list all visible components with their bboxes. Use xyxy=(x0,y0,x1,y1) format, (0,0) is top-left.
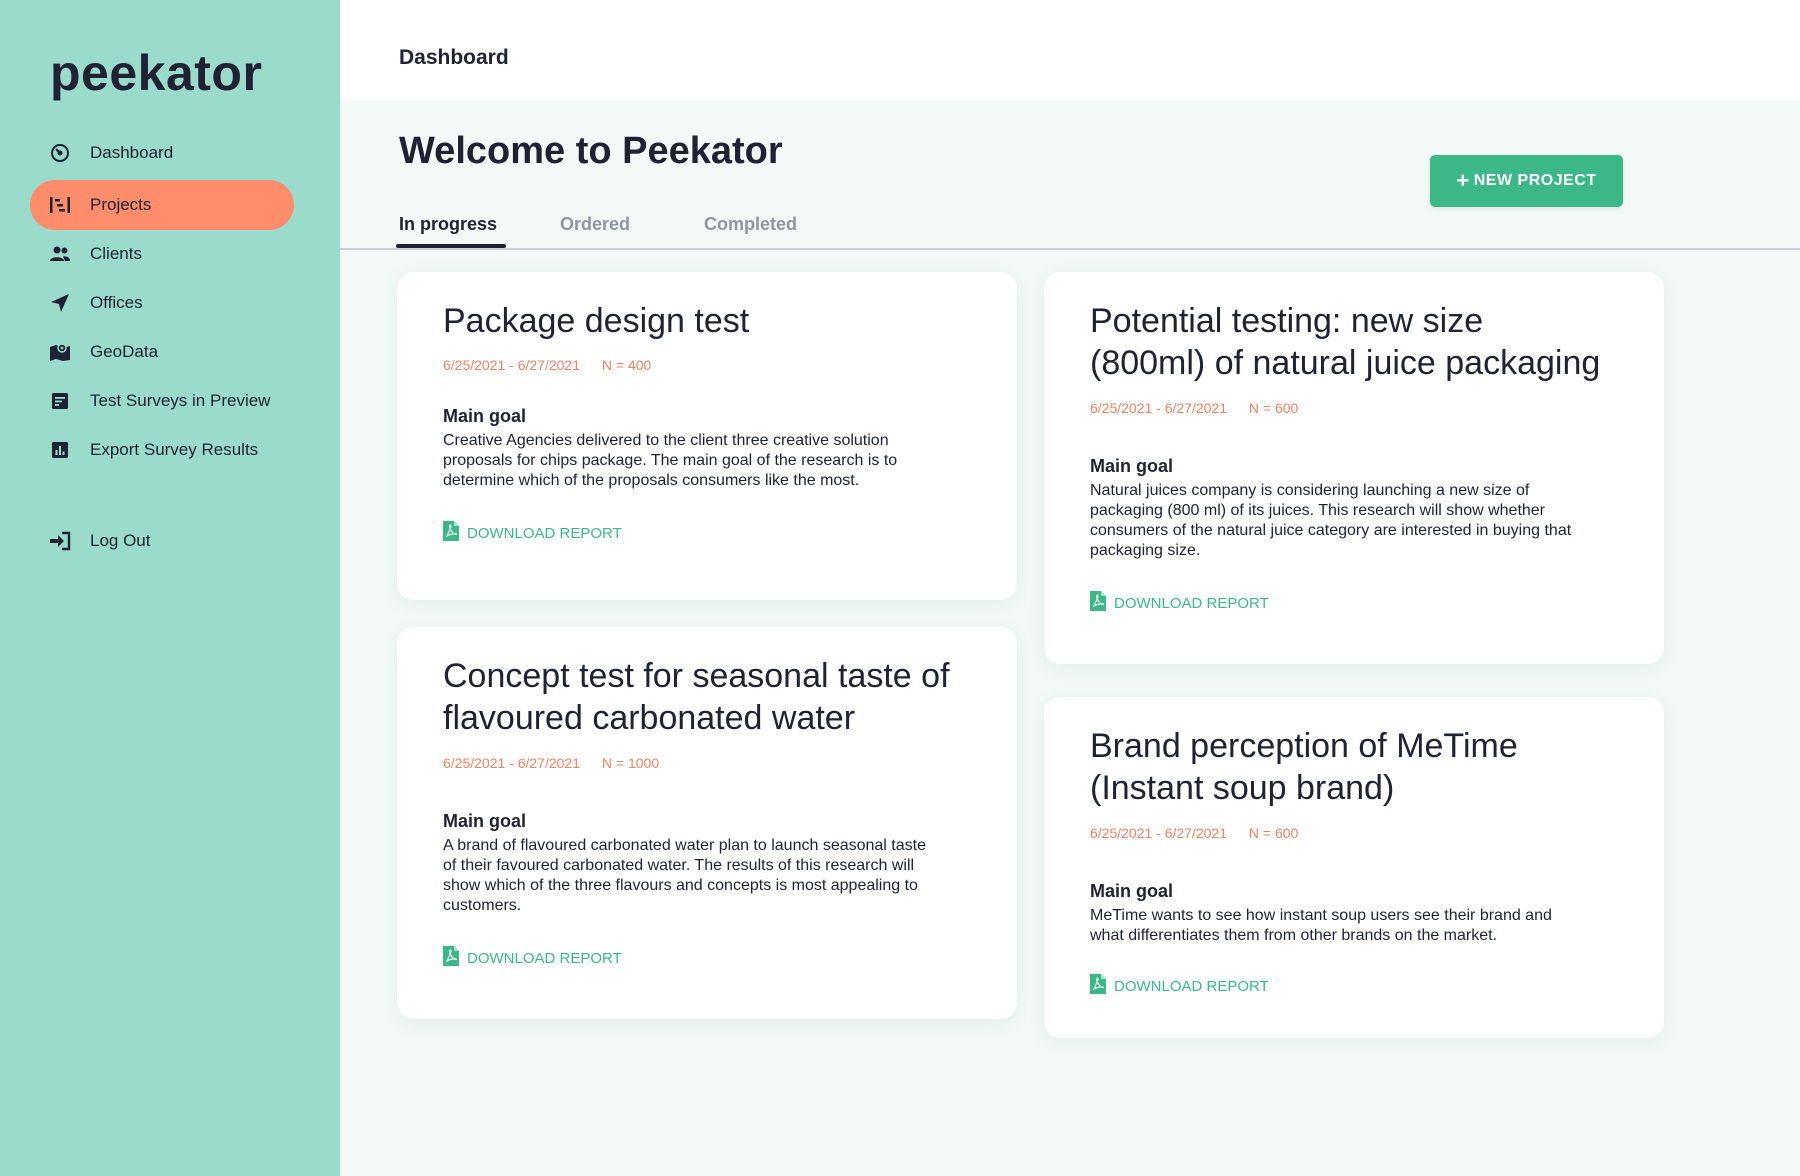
new-project-button[interactable]: + NEW PROJECT xyxy=(1430,155,1623,207)
survey-icon xyxy=(48,389,72,413)
goal-text: MeTime wants to see how instant soup use… xyxy=(1090,907,1552,944)
card-dates: 6/25/2021 - 6/27/2021 xyxy=(443,755,581,771)
card-meta: 6/25/2021 - 6/27/2021 N = 400 xyxy=(443,357,651,373)
sidebar-item-label: GeoData xyxy=(90,342,159,361)
page-title: Dashboard xyxy=(399,46,509,69)
sidebar-item-projects[interactable]: Projects xyxy=(30,180,294,230)
sidebar-item-export-results[interactable]: Export Survey Results xyxy=(30,425,294,475)
active-tab-indicator xyxy=(396,244,506,248)
card-title: Package design test xyxy=(443,302,750,340)
card-meta: 6/25/2021 - 6/27/2021 N = 600 xyxy=(1090,825,1298,841)
project-card[interactable]: Potential testing: new size (800ml) of n… xyxy=(1044,272,1664,664)
card-meta: 6/25/2021 - 6/27/2021 N = 1000 xyxy=(443,755,659,771)
project-card[interactable]: Brand perception of MeTime (Instant soup… xyxy=(1044,697,1664,1038)
sidebar-item-test-surveys[interactable]: Test Surveys in Preview xyxy=(30,376,294,426)
new-project-label: NEW PROJECT xyxy=(1473,172,1597,189)
goal-label: Main goal xyxy=(1090,881,1174,901)
download-report-link[interactable]: DOWNLOAD REPORT xyxy=(1090,974,1269,999)
card-sample-size: N = 1000 xyxy=(601,755,660,771)
goal-label: Main goal xyxy=(443,406,527,426)
status-tabs: In progress Ordered Completed xyxy=(340,210,1800,250)
top-header: Dashboard xyxy=(340,0,1800,100)
download-report-link[interactable]: DOWNLOAD REPORT xyxy=(1090,591,1269,616)
sidebar-item-label: Log Out xyxy=(90,531,151,550)
chart-icon xyxy=(48,438,72,462)
projects-icon xyxy=(48,193,72,217)
tab-ordered[interactable]: Ordered xyxy=(560,214,630,248)
sidebar-item-label: Offices xyxy=(90,293,143,312)
sidebar-item-label: Clients xyxy=(90,244,142,263)
sidebar-item-offices[interactable]: Offices xyxy=(30,278,294,328)
card-meta: 6/25/2021 - 6/27/2021 N = 600 xyxy=(1090,400,1298,416)
download-label: DOWNLOAD REPORT xyxy=(1114,978,1269,995)
tab-completed[interactable]: Completed xyxy=(704,214,797,248)
location-arrow-icon xyxy=(48,291,72,315)
pdf-icon xyxy=(1090,591,1106,616)
goal-label: Main goal xyxy=(1090,456,1174,476)
pdf-icon xyxy=(443,521,459,546)
download-label: DOWNLOAD REPORT xyxy=(1114,595,1269,612)
pdf-icon xyxy=(443,946,459,971)
plus-icon: + xyxy=(1456,168,1470,193)
logout-icon xyxy=(48,529,72,553)
card-title: Concept test for seasonal taste of flavo… xyxy=(443,657,950,737)
download-report-link[interactable]: DOWNLOAD REPORT xyxy=(443,946,622,971)
welcome-heading: Welcome to Peekator xyxy=(399,130,783,172)
map-icon xyxy=(48,340,72,364)
project-card[interactable]: Concept test for seasonal taste of flavo… xyxy=(397,627,1017,1019)
goal-text: Natural juices company is considering la… xyxy=(1090,482,1572,559)
sidebar-item-label: Dashboard xyxy=(90,143,174,162)
sidebar-item-label: Export Survey Results xyxy=(90,440,259,459)
download-report-link[interactable]: DOWNLOAD REPORT xyxy=(443,521,622,546)
sidebar-item-label: Test Surveys in Preview xyxy=(90,391,271,410)
card-dates: 6/25/2021 - 6/27/2021 xyxy=(1090,825,1228,841)
card-title: Potential testing: new size (800ml) of n… xyxy=(1090,302,1601,382)
card-dates: 6/25/2021 - 6/27/2021 xyxy=(443,357,581,373)
card-sample-size: N = 600 xyxy=(1248,400,1299,416)
pdf-icon xyxy=(1090,974,1106,999)
goal-text: A brand of flavoured carbonated water pl… xyxy=(443,837,926,914)
card-sample-size: N = 400 xyxy=(601,357,652,373)
sidebar-item-dashboard[interactable]: Dashboard xyxy=(30,128,294,178)
goal-text: Creative Agencies delivered to the clien… xyxy=(443,432,898,489)
sidebar-item-geodata[interactable]: GeoData xyxy=(30,327,294,377)
card-dates: 6/25/2021 - 6/27/2021 xyxy=(1090,400,1228,416)
download-label: DOWNLOAD REPORT xyxy=(467,525,622,542)
sidebar-item-logout[interactable]: Log Out xyxy=(30,516,294,566)
app-logo[interactable]: peekator xyxy=(50,44,262,102)
clients-icon xyxy=(48,242,72,266)
dashboard-icon xyxy=(48,141,72,165)
goal-label: Main goal xyxy=(443,811,527,831)
sidebar: peekator Dashboard Projects Clients Offi… xyxy=(0,0,340,1176)
app-root: peekator Dashboard Projects Clients Offi… xyxy=(0,0,1800,1176)
sidebar-item-clients[interactable]: Clients xyxy=(30,229,294,279)
card-title: Brand perception of MeTime (Instant soup… xyxy=(1090,727,1518,807)
sidebar-item-label: Projects xyxy=(90,195,152,214)
tab-in-progress[interactable]: In progress xyxy=(399,214,497,248)
project-card[interactable]: Package design test 6/25/2021 - 6/27/202… xyxy=(397,272,1017,600)
download-label: DOWNLOAD REPORT xyxy=(467,950,622,967)
card-sample-size: N = 600 xyxy=(1248,825,1299,841)
